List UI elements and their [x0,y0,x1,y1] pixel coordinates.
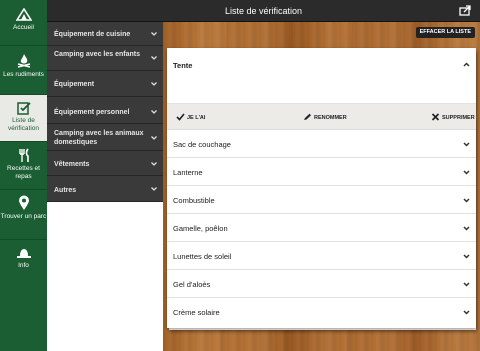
checklist-icon [16,102,31,115]
category-item[interactable]: Camping avec les enfants [47,46,163,71]
checklist-item[interactable]: Lanterne [167,158,476,186]
checklist-item[interactable]: Gel d'aloès [167,270,476,298]
nav-recipes-label: Recettes et repas [7,165,40,180]
category-item[interactable]: Autres [47,176,163,202]
fork-knife-icon [18,148,29,162]
category-item[interactable]: Vêtements [47,151,163,176]
nav-find-park[interactable]: Trouver un parc [0,190,47,239]
nav-recipes[interactable]: Recettes et repas [0,142,47,189]
campfire-icon [17,54,30,68]
category-item[interactable]: Équipement personnel [47,97,163,124]
map-pin-icon [18,195,29,210]
close-icon [431,113,440,121]
nav-home[interactable]: Accueil [0,0,47,45]
clear-list-button[interactable]: EFFACER LA LISTE [415,27,475,38]
checklist-item[interactable]: Gamelle, poêlon [167,214,476,242]
chevron-down-icon [463,226,470,231]
nav-info[interactable]: Info [0,240,47,280]
top-bar: Liste de vérification [47,0,480,22]
chevron-down-icon [151,56,157,60]
chevron-down-icon [463,198,470,203]
nav-find-park-label: Trouver un parc [0,213,47,220]
category-item[interactable]: Équipement [47,71,163,97]
page-title: Liste de vérification [224,6,303,16]
chevron-down-icon [463,282,470,287]
checklist-item[interactable]: Crème solaire [167,298,476,328]
nav-info-label: Info [18,262,29,269]
checklist-card: Tente JE L'AI RENOMMER SUPPRIMER Sac de … [167,48,476,328]
checklist-item[interactable]: Lunettes de soleil [167,242,476,270]
item-actions: JE L'AI RENOMMER SUPPRIMER [167,104,476,130]
checklist-item[interactable]: Combustible [167,186,476,214]
chevron-down-icon [463,254,470,259]
pencil-icon [304,113,311,120]
category-list: Équipement de cuisine Camping avec les e… [47,22,163,351]
chevron-down-icon [151,187,157,191]
chevron-up-icon [463,62,470,67]
chevron-down-icon [463,142,470,147]
nav-basics-label: Les rudiments [3,71,44,78]
chevron-down-icon [151,136,157,140]
chevron-down-icon [151,32,157,36]
main-nav: Accueil Les rudiments Liste de vérificat… [0,0,47,351]
checkmark-icon [176,113,185,121]
checklist-item[interactable]: Tente [167,48,476,104]
ranger-hat-icon [16,249,31,258]
checklist-area: EFFACER LA LISTE Tente JE L'AI RENOMMER … [163,22,480,351]
nav-checklist-label: Liste de vérification [7,117,40,132]
category-item[interactable]: Équipement de cuisine [47,22,163,46]
chevron-down-icon [151,82,157,86]
nav-checklist[interactable]: Liste de vérification [0,95,47,141]
nav-basics[interactable]: Les rudiments [0,46,47,94]
category-item[interactable]: Camping avec les animaux domestiques [47,124,163,151]
share-icon[interactable] [459,5,472,16]
chevron-down-icon [463,170,470,175]
chevron-down-icon [151,110,157,114]
chevron-down-icon [151,162,157,166]
chevron-down-icon [463,310,470,315]
home-tent-icon [15,8,32,21]
checklist-item[interactable]: Sac de couchage [167,130,476,158]
nav-home-label: Accueil [13,24,34,31]
